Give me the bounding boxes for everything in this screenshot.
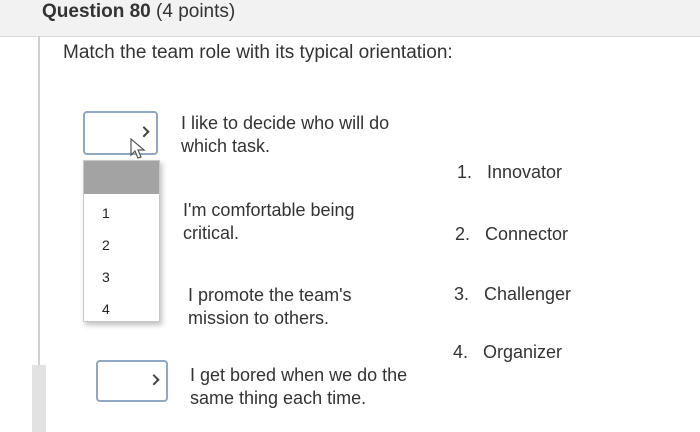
- match-item-text: mission to others.: [188, 308, 330, 328]
- question-number: Question 80: [42, 1, 151, 22]
- match-item-1: I like to decide who will do which task.: [181, 112, 431, 158]
- match-item-text: I get bored when we do the: [190, 365, 408, 385]
- answer-label: Connector: [485, 224, 569, 244]
- answer-number: 3.: [454, 284, 470, 304]
- match-item-text: critical.: [183, 223, 240, 243]
- answer-choice-1: 1. Innovator: [457, 162, 562, 183]
- match-item-text: I promote the team's: [188, 285, 352, 305]
- question-points: (4 points): [156, 1, 236, 22]
- question-prompt: Match the team role with its typical ori…: [63, 42, 453, 63]
- answer-label: Organizer: [483, 342, 563, 362]
- answer-label: Challenger: [484, 284, 572, 304]
- match-select-1[interactable]: [83, 111, 158, 155]
- mouse-pointer-icon: [130, 138, 146, 159]
- answer-choice-2: 2. Connector: [455, 224, 568, 245]
- answer-number: 2.: [455, 224, 471, 244]
- dropdown-option-2[interactable]: 2: [102, 237, 110, 253]
- answer-number: 4.: [453, 342, 469, 362]
- answer-number: 1.: [457, 162, 473, 182]
- match-item-text: which task.: [181, 136, 271, 156]
- left-scroll-shade: [32, 365, 46, 432]
- dropdown-option-3[interactable]: 3: [102, 269, 110, 285]
- dropdown-option-1[interactable]: 1: [102, 205, 110, 221]
- match-item-text: same thing each time.: [190, 388, 367, 408]
- match-item-3: I promote the team's mission to others.: [188, 284, 438, 330]
- dropdown-option-blank[interactable]: [84, 161, 159, 194]
- answer-choice-4: 4. Organizer: [453, 342, 562, 363]
- answer-choice-3: 3. Challenger: [454, 284, 571, 305]
- question-title: Question 80 (4 points): [42, 1, 235, 23]
- match-item-4: I get bored when we do the same thing ea…: [190, 364, 440, 410]
- dropdown-option-4[interactable]: 4: [102, 301, 110, 317]
- answer-label: Innovator: [487, 162, 563, 182]
- match-item-2: I'm comfortable being critical.: [183, 199, 433, 245]
- chevron-down-icon: [138, 126, 150, 138]
- match-select-1-dropdown[interactable]: 1 2 3 4: [83, 160, 160, 322]
- chevron-down-icon: [148, 374, 160, 386]
- match-select-4[interactable]: [96, 360, 168, 402]
- match-item-text: I'm comfortable being: [183, 200, 355, 220]
- match-item-text: I like to decide who will do: [181, 113, 390, 133]
